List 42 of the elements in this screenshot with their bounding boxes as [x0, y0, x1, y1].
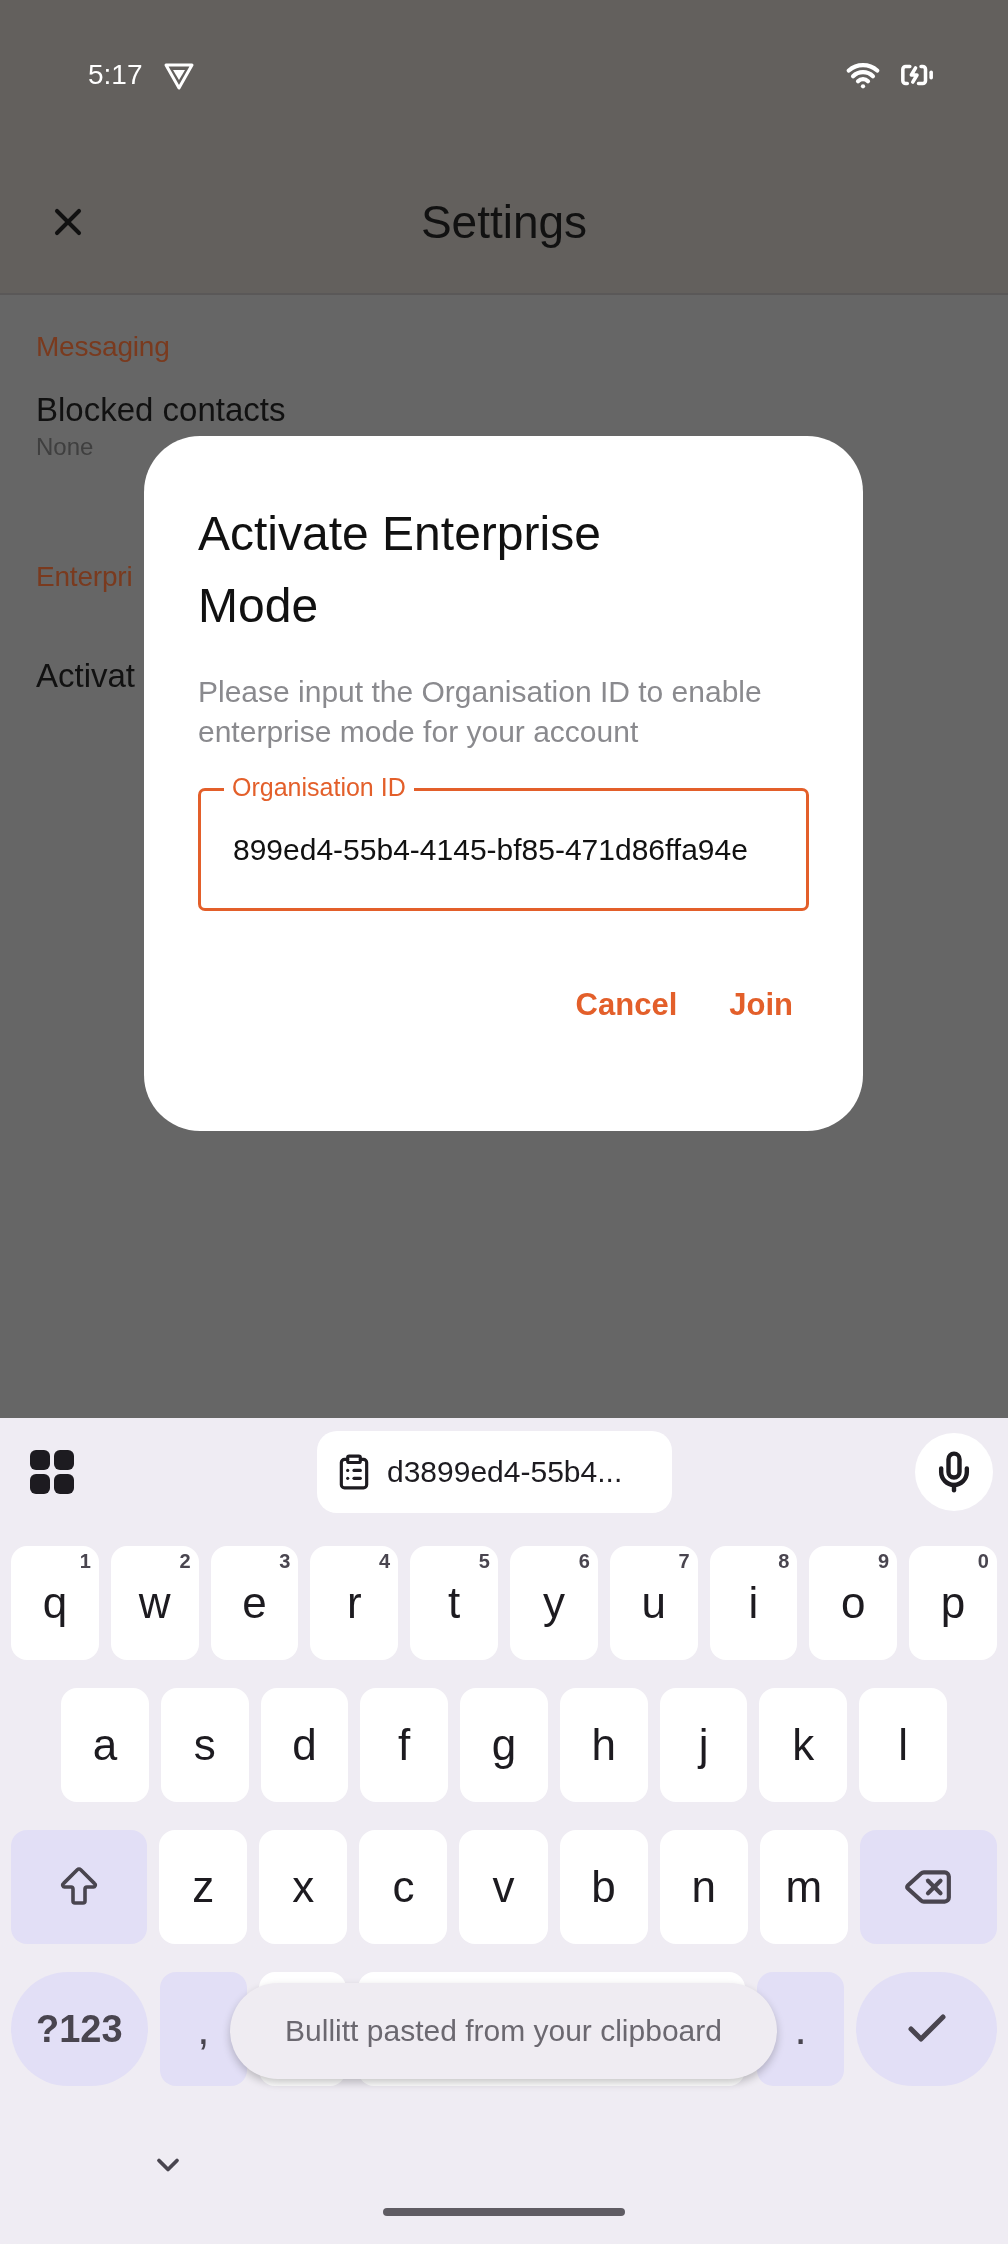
letter-key[interactable]: o 9	[809, 1546, 898, 1660]
letter-key[interactable]: f	[360, 1688, 449, 1802]
letter-key[interactable]: c	[359, 1830, 448, 1944]
letter-key[interactable]: h	[559, 1688, 648, 1802]
dialog-title: Activate Enterprise Mode	[198, 506, 602, 634]
letter-key[interactable]: q 1	[11, 1546, 99, 1660]
letter-key[interactable]: l	[859, 1688, 948, 1802]
letter-key[interactable]: e 3	[210, 1546, 299, 1660]
clipboard-chip[interactable]: d3899ed4-55b4...	[317, 1431, 672, 1513]
gesture-handle[interactable]	[383, 2208, 625, 2216]
letter-key[interactable]: n	[659, 1830, 748, 1944]
letter-key[interactable]: b	[559, 1830, 648, 1944]
apps-grid-icon[interactable]	[30, 1450, 74, 1494]
letter-key[interactable]: g	[460, 1688, 548, 1802]
section-header: Messaging	[36, 331, 170, 363]
letter-key[interactable]: v	[459, 1830, 548, 1944]
status-time: 5:17	[88, 59, 143, 91]
dialog-message: Please input the Organisation ID to enable enterprise mode for your account	[198, 674, 763, 750]
letter-key[interactable]: r 4	[310, 1546, 399, 1660]
letter-key[interactable]: x	[259, 1830, 348, 1944]
letter-key[interactable]: d	[260, 1688, 349, 1802]
shift-key[interactable]	[11, 1830, 148, 1944]
letter-key[interactable]: y 6	[510, 1546, 598, 1660]
letter-key[interactable]: a	[61, 1688, 149, 1802]
dialog-button[interactable]: Join	[713, 973, 809, 1037]
section-header: Enterpri	[36, 561, 133, 593]
letter-key[interactable]: t 5	[410, 1546, 498, 1660]
clipboard-toast: Bullitt pasted from your clipboard	[230, 1983, 777, 2079]
letter-key[interactable]: p 0	[909, 1546, 997, 1660]
punctuation-key[interactable]: ,	[159, 1972, 247, 2086]
letter-key[interactable]: m	[759, 1830, 848, 1944]
symbols-key[interactable]: ?123	[11, 1972, 148, 2086]
letter-key[interactable]: z	[159, 1830, 248, 1944]
letter-key[interactable]: k	[759, 1688, 848, 1802]
letter-key[interactable]: w 2	[110, 1546, 199, 1660]
screen-title: Settings	[419, 194, 589, 249]
letter-key[interactable]: s	[160, 1688, 249, 1802]
letter-key[interactable]: i 8	[709, 1546, 798, 1660]
backspace-key[interactable]	[859, 1830, 997, 1944]
letter-key[interactable]: u 7	[609, 1546, 698, 1660]
letter-key[interactable]: j	[659, 1688, 748, 1802]
dialog-button[interactable]: Cancel	[559, 973, 694, 1037]
